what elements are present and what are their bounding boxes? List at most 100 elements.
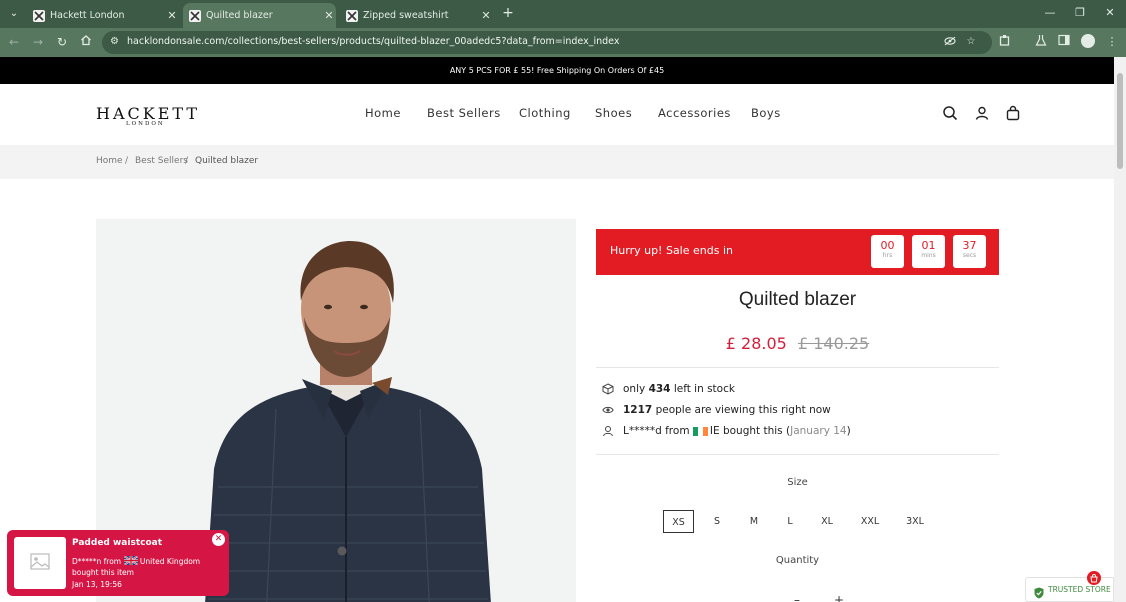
toast-time: Jan 13, 19:56	[72, 580, 122, 589]
date-paren-close: )	[846, 425, 851, 437]
toast-title[interactable]: Padded waistcoat	[72, 538, 162, 548]
scrollbar-thumb[interactable]	[1117, 73, 1123, 169]
toast-action: bought this item	[72, 568, 134, 577]
breadcrumb: Home / Best Sellers / Quilted blazer	[0, 145, 1114, 179]
new-tab-icon[interactable]: +	[500, 5, 516, 21]
profile-icon[interactable]	[1081, 34, 1095, 48]
tab-title: Quilted blazer	[206, 10, 273, 21]
search-icon[interactable]	[942, 105, 958, 121]
quantity-decrease-button[interactable]: –	[794, 593, 800, 602]
flask-icon[interactable]	[1033, 34, 1049, 50]
countdown-mins-label: mins	[921, 252, 936, 259]
toast-buyer: D*****n from	[72, 557, 122, 566]
price: £ 28.05 £ 140.25	[596, 334, 999, 353]
minimize-icon[interactable]: —	[1042, 6, 1058, 19]
notification-badge-icon	[1087, 571, 1101, 585]
cart-icon[interactable]	[1005, 105, 1021, 121]
countdown-hours-label: hrs	[882, 252, 893, 259]
shield-check-icon	[1034, 584, 1044, 602]
sale-countdown-text: Hurry up! Sale ends in	[610, 244, 733, 257]
site-info-icon[interactable]: ⚙	[110, 36, 122, 48]
promo-bar: ANY 5 PCS FOR £ 55! Free Shipping On Ord…	[0, 57, 1114, 84]
sidebar-icon[interactable]	[1056, 34, 1072, 50]
breadcrumb-separator: /	[185, 156, 189, 166]
stock-count: 434	[648, 383, 671, 395]
size-option-m[interactable]: M	[743, 510, 765, 533]
tab-title: Zipped sweatshirt	[363, 10, 449, 21]
more-icon[interactable]: ⋮	[1104, 34, 1120, 50]
breadcrumb-home[interactable]: Home	[96, 156, 123, 166]
uk-flag-icon	[123, 555, 139, 566]
sale-price: £ 28.05	[725, 334, 787, 353]
product-thumbnail	[14, 537, 66, 589]
reload-icon[interactable]: ↻	[54, 34, 70, 50]
countdown-secs-value: 37	[962, 239, 977, 252]
recent-purchase-popup[interactable]: Padded waistcoat D*****n from United Kin…	[7, 530, 229, 596]
hackett-favicon-icon	[33, 9, 45, 22]
size-option-xs[interactable]: XS	[663, 510, 694, 533]
url-text[interactable]: hacklondonsale.com/collections/best-sell…	[127, 36, 619, 47]
tab-search-icon[interactable]: ⌄	[5, 5, 23, 23]
close-icon[interactable]: ✕	[479, 9, 493, 22]
restore-icon[interactable]: ❐	[1072, 6, 1088, 19]
site-logo[interactable]: HACKETT LONDON	[96, 104, 197, 127]
purchase-date: January 14	[790, 425, 847, 437]
tab-title: Hackett London	[50, 10, 125, 21]
star-icon[interactable]: ☆	[964, 36, 978, 47]
viewers-text: people are viewing this right now	[655, 404, 831, 416]
stock-info: only 434 left in stock	[602, 383, 735, 395]
tab-hackett-london[interactable]: Hackett London ✕	[27, 3, 179, 28]
size-option-3xl[interactable]: 3XL	[900, 510, 930, 533]
breadcrumb-current: Quilted blazer	[195, 156, 259, 166]
tab-quilted-blazer[interactable]: Quilted blazer ✕	[183, 3, 336, 28]
trusted-store-text: TRUSTED STORE	[1048, 585, 1111, 594]
window-close-icon[interactable]: ✕	[1102, 6, 1118, 19]
page-scrollbar[interactable]	[1114, 57, 1126, 602]
size-label: Size	[787, 477, 808, 488]
close-icon[interactable]: ✕	[322, 9, 336, 22]
size-option-xl[interactable]: XL	[815, 510, 839, 533]
forward-icon[interactable]: →	[30, 34, 46, 50]
eye-icon	[602, 404, 614, 416]
home-icon[interactable]	[78, 34, 94, 50]
back-icon[interactable]: ←	[6, 34, 22, 50]
original-price: £ 140.25	[797, 334, 870, 353]
size-option-s[interactable]: S	[707, 510, 727, 533]
countdown-secs-label: secs	[962, 252, 977, 259]
divider	[596, 367, 999, 368]
stock-pre: only	[623, 383, 646, 395]
nav-boys[interactable]: Boys	[751, 106, 781, 122]
extensions-icon[interactable]	[997, 34, 1013, 50]
account-icon[interactable]	[974, 105, 990, 121]
countdown-mins-value: 01	[921, 239, 936, 252]
page-viewport: ANY 5 PCS FOR £ 55! Free Shipping On Ord…	[0, 57, 1114, 602]
toast-buyer-line: D*****n from United Kingdom	[72, 555, 200, 566]
recent-purchase-info: L*****d from IE bought this (January 14)	[602, 425, 851, 437]
sale-countdown-banner: Hurry up! Sale ends in 00 hrs 01 mins 37…	[596, 229, 999, 275]
nav-shoes[interactable]: Shoes	[595, 106, 632, 122]
countdown-secs: 37 secs	[953, 235, 986, 268]
nav-clothing[interactable]: Clothing	[519, 106, 571, 122]
trusted-store-badge[interactable]: TRUSTED STORE	[1025, 571, 1114, 602]
from-word: from	[665, 425, 690, 437]
size-option-xxl[interactable]: XXL	[856, 510, 884, 533]
size-option-l[interactable]: L	[781, 510, 799, 533]
tab-zipped-sweatshirt[interactable]: Zipped sweatshirt ✕	[340, 3, 493, 28]
quantity-increase-button[interactable]: +	[834, 593, 844, 602]
stock-post: left in stock	[673, 383, 735, 395]
product-title: Quilted blazer	[738, 289, 857, 310]
nav-home[interactable]: Home	[365, 106, 401, 122]
breadcrumb-separator: /	[125, 156, 129, 166]
nav-best-sellers[interactable]: Best Sellers	[427, 106, 501, 122]
hackett-favicon-icon	[189, 9, 201, 22]
breadcrumb-best-sellers[interactable]: Best Sellers	[135, 156, 188, 166]
box-icon	[602, 383, 614, 395]
close-icon[interactable]: ✕	[165, 9, 179, 22]
countdown-hours-value: 00	[880, 239, 895, 252]
nav-accessories[interactable]: Accessories	[658, 106, 731, 122]
close-icon[interactable]: ✕	[212, 533, 225, 546]
divider	[596, 454, 999, 455]
eye-off-icon[interactable]	[943, 36, 957, 49]
address-bar[interactable]: ⚙ hacklondonsale.com/collections/best-se…	[102, 31, 992, 54]
buyer-name: L*****d	[623, 425, 662, 437]
